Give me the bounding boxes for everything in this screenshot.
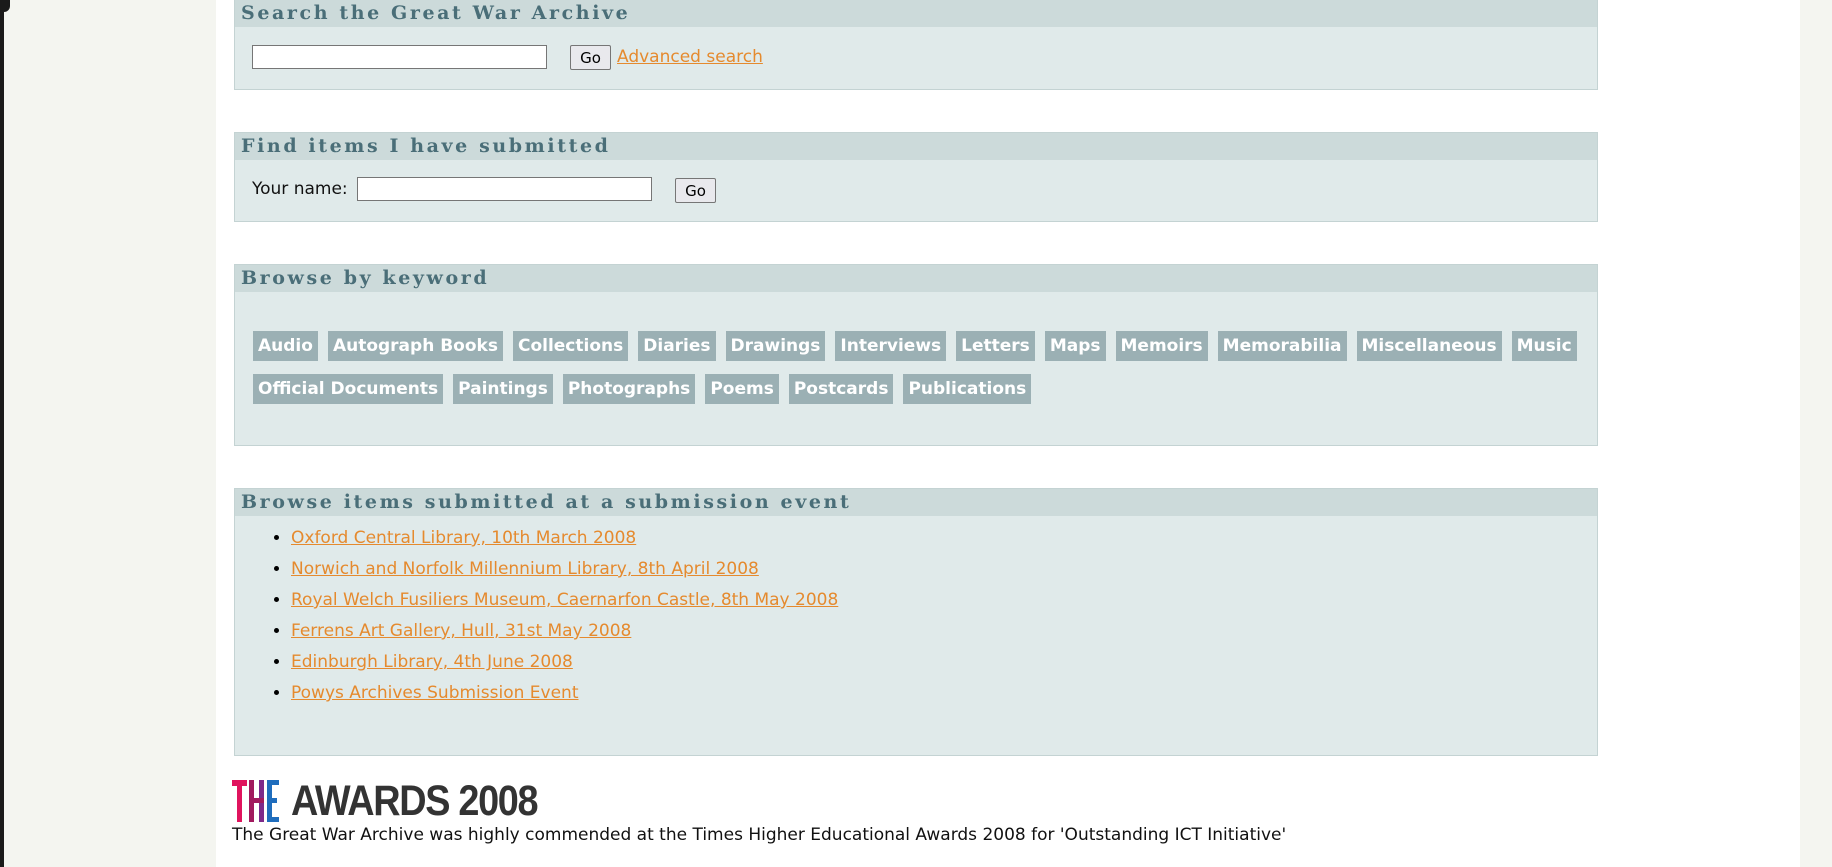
keyword-panel-title: Browse by keyword xyxy=(235,265,1597,292)
event-link[interactable]: Powys Archives Submission Event xyxy=(291,683,579,703)
the-logo-mark xyxy=(232,780,279,822)
keyword-tag[interactable]: Audio xyxy=(253,331,318,361)
search-panel: Search the Great War Archive Go Advanced… xyxy=(234,0,1598,90)
keyword-tag[interactable]: Postcards xyxy=(788,374,894,404)
event-link[interactable]: Royal Welch Fusiliers Museum, Caernarfon… xyxy=(291,590,838,610)
keyword-tag[interactable]: Interviews xyxy=(835,331,947,361)
find-go-button[interactable]: Go xyxy=(675,178,716,203)
list-item: Royal Welch Fusiliers Museum, Caernarfon… xyxy=(291,585,838,616)
keyword-panel: Browse by keyword Audio Autograph Books … xyxy=(234,264,1598,446)
keyword-tag[interactable]: Photographs xyxy=(562,374,696,404)
events-panel-title: Browse items submitted at a submission e… xyxy=(235,489,1597,516)
keyword-tag[interactable]: Official Documents xyxy=(253,374,444,404)
keyword-tag[interactable]: Music xyxy=(1511,331,1577,361)
find-items-title: Find items I have submitted xyxy=(235,133,1597,160)
keyword-tag[interactable]: Autograph Books xyxy=(327,331,503,361)
keyword-tag[interactable]: Poems xyxy=(705,374,779,404)
main-content: Search the Great War Archive Go Advanced… xyxy=(216,0,1800,867)
awards-logo-text: AWARDS 2008 xyxy=(291,777,539,825)
search-input[interactable] xyxy=(252,45,547,69)
advanced-search-link[interactable]: Advanced search xyxy=(617,47,763,67)
keyword-tag[interactable]: Paintings xyxy=(453,374,553,404)
awards-logo: AWARDS 2008 xyxy=(232,776,571,825)
keyword-tag[interactable]: Drawings xyxy=(725,331,826,361)
keyword-tag[interactable]: Miscellaneous xyxy=(1356,331,1502,361)
list-item: Oxford Central Library, 10th March 2008 xyxy=(291,523,838,554)
list-item: Powys Archives Submission Event xyxy=(291,678,838,709)
event-link[interactable]: Edinburgh Library, 4th June 2008 xyxy=(291,652,573,672)
keyword-row-2: Official Documents Paintings Photographs… xyxy=(253,374,1032,404)
list-item: Norwich and Norfolk Millennium Library, … xyxy=(291,554,838,585)
keyword-tag[interactable]: Letters xyxy=(956,331,1035,361)
events-panel: Browse items submitted at a submission e… xyxy=(234,488,1598,756)
awards-caption: The Great War Archive was highly commend… xyxy=(232,825,1287,845)
events-list: Oxford Central Library, 10th March 2008 … xyxy=(261,523,838,709)
keyword-tag[interactable]: Memorabilia xyxy=(1217,331,1347,361)
page-margin xyxy=(1800,0,1832,867)
search-go-button[interactable]: Go xyxy=(570,45,611,70)
window-edge xyxy=(0,0,10,867)
your-name-label: Your name: xyxy=(252,179,348,199)
keyword-tag[interactable]: Diaries xyxy=(638,331,716,361)
event-link[interactable]: Oxford Central Library, 10th March 2008 xyxy=(291,528,636,548)
event-link[interactable]: Ferrens Art Gallery, Hull, 31st May 2008 xyxy=(291,621,631,641)
keyword-tag[interactable]: Memoirs xyxy=(1115,331,1208,361)
keyword-tag[interactable]: Publications xyxy=(903,374,1032,404)
search-panel-title: Search the Great War Archive xyxy=(235,0,1597,27)
list-item: Ferrens Art Gallery, Hull, 31st May 2008 xyxy=(291,616,838,647)
list-item: Edinburgh Library, 4th June 2008 xyxy=(291,647,838,678)
keyword-tag[interactable]: Collections xyxy=(512,331,629,361)
find-items-panel: Find items I have submitted Your name: G… xyxy=(234,132,1598,222)
your-name-input[interactable] xyxy=(357,177,652,201)
keyword-tag[interactable]: Maps xyxy=(1044,331,1106,361)
event-link[interactable]: Norwich and Norfolk Millennium Library, … xyxy=(291,559,759,579)
keyword-row-1: Audio Autograph Books Collections Diarie… xyxy=(253,331,1577,361)
